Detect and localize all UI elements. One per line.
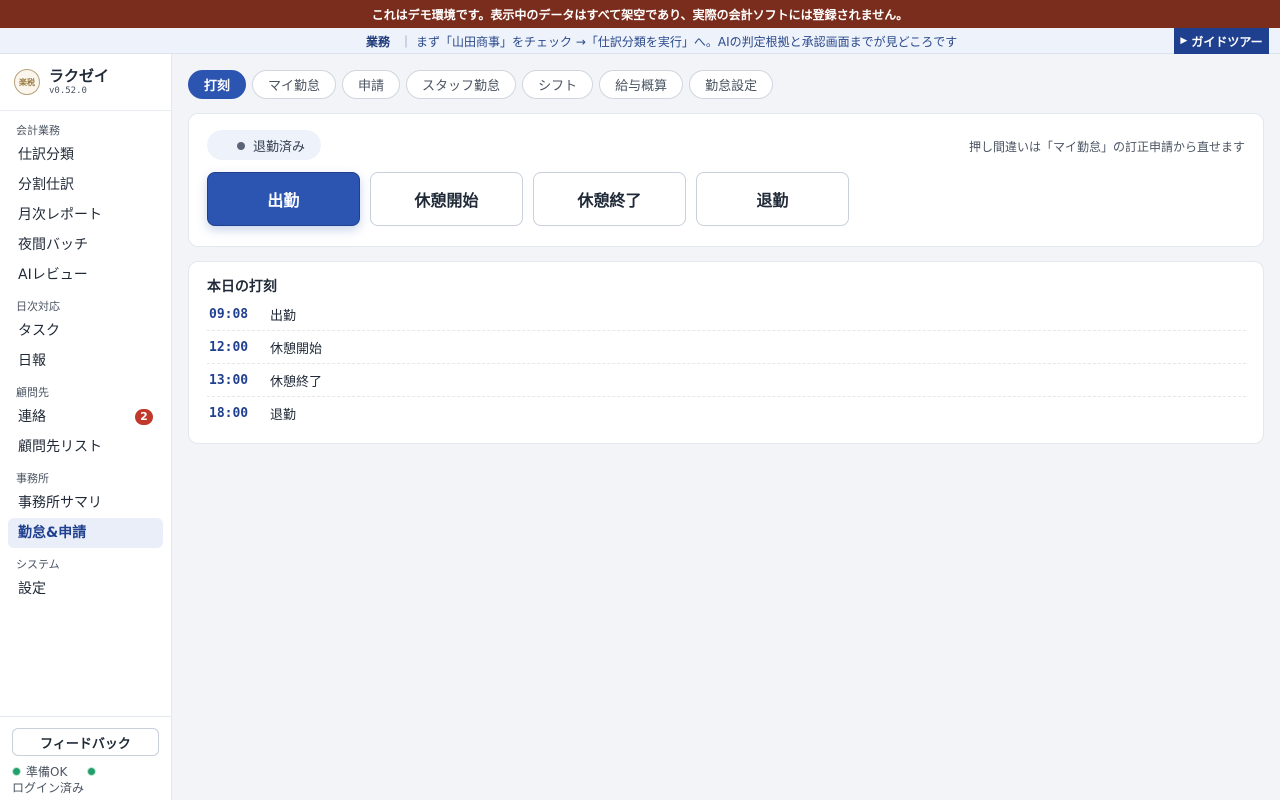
sidebar-item-journal-classify[interactable]: 仕訳分類 bbox=[8, 140, 163, 170]
punch-time: 12:00 bbox=[209, 339, 249, 355]
sidebar-nav: 会計業務 仕訳分類 分割仕訳 月次レポート 夜間バッチ AIレビュー 日次対応 … bbox=[0, 111, 171, 604]
nav-section-clients: 顧問先 bbox=[16, 386, 49, 399]
punch-type: 退勤 bbox=[270, 408, 297, 423]
guide-tour-button[interactable]: ▶ ガイドツアー bbox=[1174, 28, 1269, 54]
sidebar-footer: フィードバック 準備OK ログイン済み bbox=[0, 716, 171, 800]
list-item: 12:00 休憩開始 bbox=[207, 331, 1246, 364]
nav-section-office: 事務所 bbox=[16, 472, 49, 485]
status-ready-text: 準備OK bbox=[26, 765, 68, 779]
guide-category: 業務 bbox=[366, 34, 391, 49]
tab-staff-attendance[interactable]: スタッフ勤怠 bbox=[406, 70, 517, 99]
tab-punch[interactable]: 打刻 bbox=[188, 70, 247, 99]
nav-section-accounting: 会計業務 bbox=[16, 124, 60, 137]
punch-log-list: 09:08 出勤 12:00 休憩開始 13:00 休憩終了 18:00 退勤 bbox=[207, 298, 1246, 430]
punch-type: 出勤 bbox=[270, 308, 297, 324]
sidebar-item-contact[interactable]: 連絡 2 bbox=[8, 402, 163, 432]
list-item: 18:00 退勤 bbox=[207, 397, 1246, 430]
nav-section-daily: 日次対応 bbox=[16, 300, 60, 313]
guide-text: まず「山田商事」をチェック →「仕訳分類を実行」へ。AIの判定根拠と承認画面まで… bbox=[416, 34, 958, 49]
break-end-button[interactable]: 休憩終了 bbox=[533, 172, 686, 226]
today-punch-log: 本日の打刻 09:08 出勤 12:00 休憩開始 13:00 休憩終了 18:… bbox=[188, 261, 1264, 444]
punch-type: 休憩開始 bbox=[270, 341, 323, 357]
sidebar: 楽税 ラクゼイ v0.52.0 会計業務 仕訳分類 分割仕訳 月次レポート 夜間… bbox=[0, 54, 172, 800]
list-item: 09:08 出勤 bbox=[207, 298, 1246, 331]
punch-time: 09:08 bbox=[209, 306, 249, 322]
sidebar-item-office-summary[interactable]: 事務所サマリ bbox=[8, 488, 163, 518]
sidebar-item-nightly-batch[interactable]: 夜間バッチ bbox=[8, 230, 163, 260]
punch-buttons: 出勤 休憩開始 休憩終了 退勤 bbox=[207, 172, 859, 226]
attendance-state-text: 退勤済み bbox=[253, 139, 306, 155]
sidebar-item-attendance[interactable]: 勤怠&申請 bbox=[8, 518, 163, 548]
tab-my-attendance[interactable]: マイ勤怠 bbox=[252, 70, 337, 99]
punch-time: 13:00 bbox=[209, 372, 249, 388]
status-line: 準備OK bbox=[12, 763, 101, 780]
tab-shift[interactable]: シフト bbox=[522, 70, 594, 99]
sidebar-item-split-journal[interactable]: 分割仕訳 bbox=[8, 170, 163, 200]
attendance-tabs: 打刻 マイ勤怠 申請 スタッフ勤怠 シフト 給与概算 勤怠設定 bbox=[188, 70, 779, 99]
state-dot-icon bbox=[237, 142, 245, 150]
clock-out-button[interactable]: 退勤 bbox=[696, 172, 849, 226]
play-triangle-icon: ▶ bbox=[1180, 36, 1188, 46]
sidebar-item-monthly-report[interactable]: 月次レポート bbox=[8, 200, 163, 230]
nav-section-system: システム bbox=[16, 558, 60, 571]
sidebar-item-settings[interactable]: 設定 bbox=[8, 574, 163, 604]
today-log-title: 本日の打刻 bbox=[207, 279, 277, 295]
break-start-button[interactable]: 休憩開始 bbox=[370, 172, 523, 226]
punch-time: 18:00 bbox=[209, 406, 249, 421]
brand-version: v0.52.0 bbox=[49, 86, 87, 96]
punch-card: 退勤済み 押し間違いは「マイ勤怠」の訂正申請から直せます 出勤 休憩開始 休憩終… bbox=[188, 113, 1264, 247]
tab-requests[interactable]: 申請 bbox=[342, 70, 401, 99]
sidebar-item-client-list[interactable]: 顧問先リスト bbox=[8, 432, 163, 462]
correction-hint: 押し間違いは「マイ勤怠」の訂正申請から直せます bbox=[968, 140, 1245, 154]
feedback-button[interactable]: フィードバック bbox=[12, 728, 159, 756]
brand-name: ラクゼイ bbox=[49, 67, 110, 85]
brand: 楽税 ラクゼイ v0.52.0 bbox=[0, 54, 171, 111]
sidebar-item-contact-label: 連絡 bbox=[18, 409, 46, 425]
guide-tour-label: ガイドツアー bbox=[1191, 34, 1263, 49]
tab-attendance-settings[interactable]: 勤怠設定 bbox=[689, 70, 774, 99]
tab-payroll-estimate[interactable]: 給与概算 bbox=[599, 70, 684, 99]
status-ok-icon bbox=[12, 767, 21, 776]
brand-logo: 楽税 bbox=[14, 69, 40, 95]
status-login-text: ログイン済み bbox=[12, 781, 85, 795]
list-item: 13:00 休憩終了 bbox=[207, 364, 1246, 397]
connection-ok-icon bbox=[87, 767, 97, 776]
sidebar-item-daily-report[interactable]: 日報 bbox=[8, 346, 163, 376]
sidebar-item-ai-review[interactable]: AIレビュー bbox=[8, 260, 163, 290]
guide-bar: 業務 ｜ まず「山田商事」をチェック →「仕訳分類を実行」へ。AIの判定根拠と承… bbox=[0, 28, 1280, 54]
demo-banner: これはデモ環境です。表示中のデータはすべて架空であり、実際の会計ソフトには登録さ… bbox=[0, 0, 1280, 28]
clock-in-button[interactable]: 出勤 bbox=[207, 172, 360, 226]
sidebar-item-tasks[interactable]: タスク bbox=[8, 316, 163, 346]
punch-type: 休憩終了 bbox=[270, 374, 323, 390]
attendance-state-badge: 退勤済み bbox=[207, 130, 322, 160]
unread-count-badge: 2 bbox=[135, 409, 153, 425]
guide-separator: ｜ bbox=[400, 34, 413, 49]
